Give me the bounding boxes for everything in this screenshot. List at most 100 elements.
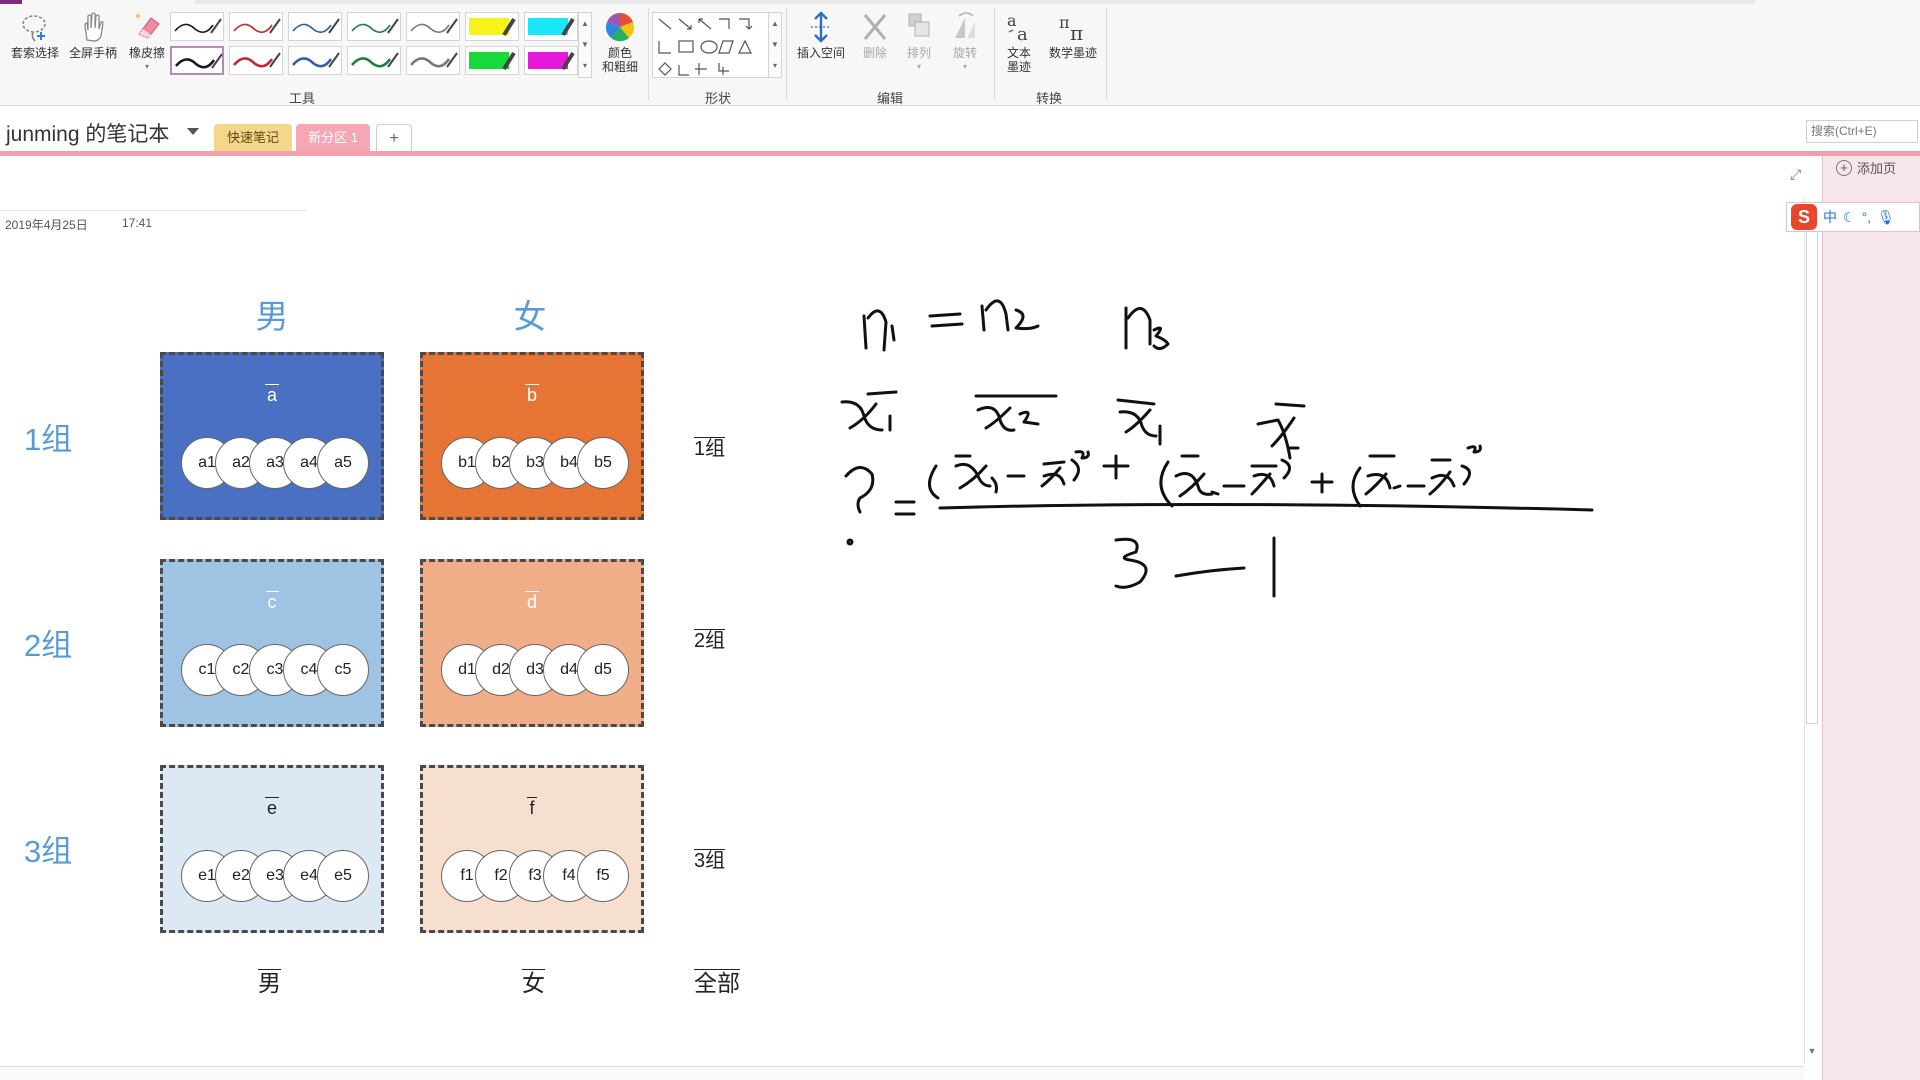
group-label-tools: 工具 bbox=[289, 91, 316, 106]
sogou-logo-icon: S bbox=[1791, 204, 1817, 230]
tab-quick-notes[interactable]: 快速笔记 bbox=[214, 124, 292, 151]
highlighter-icon bbox=[528, 51, 575, 71]
scroll-down-arrow-icon[interactable]: ▼ bbox=[1804, 1046, 1820, 1060]
group-box-d[interactable]: d d1 d2 d3 d4 d5 bbox=[420, 559, 644, 727]
group-3-mean-label: 3组 bbox=[694, 849, 726, 872]
box-mean-label: f bbox=[527, 797, 537, 818]
group-box-a[interactable]: a a1 a2 a3 a4 a5 bbox=[160, 352, 384, 520]
gallery-more-icon[interactable]: ▾ bbox=[579, 55, 591, 76]
delete-icon bbox=[863, 14, 887, 40]
lasso-select-button[interactable]: 套索选择 bbox=[6, 8, 64, 78]
group-separator bbox=[786, 8, 787, 100]
scroll-down-icon[interactable]: ▼ bbox=[769, 34, 781, 55]
group-box-f[interactable]: f f1 f2 f3 f4 f5 bbox=[420, 765, 644, 933]
sample-circles: a1 a2 a3 a4 a5 bbox=[181, 437, 381, 489]
pen-swatch[interactable] bbox=[288, 12, 342, 41]
group-box-b[interactable]: b b1 b2 b3 b4 b5 bbox=[420, 352, 644, 520]
group-label-edit: 编辑 bbox=[877, 91, 904, 106]
scroll-thumb[interactable] bbox=[1806, 204, 1818, 724]
ink-to-text-icon: a a bbox=[1007, 11, 1028, 44]
tab-new-section[interactable]: 新分区 1 bbox=[296, 124, 370, 151]
add-page-button[interactable]: + 添加页 bbox=[1836, 158, 1896, 177]
microphone-icon[interactable]: 🎙 bbox=[1877, 209, 1895, 226]
female-mean-label: 女 bbox=[522, 969, 545, 996]
column-header-male: 男 bbox=[255, 298, 289, 335]
expand-icon[interactable]: ⤢ bbox=[1790, 166, 1801, 183]
pen-swatch[interactable] bbox=[229, 46, 283, 75]
box-mean-label: b bbox=[524, 384, 539, 405]
svg-text:a: a bbox=[1007, 11, 1017, 30]
svg-text:π: π bbox=[1070, 21, 1083, 44]
svg-text:π: π bbox=[1059, 13, 1070, 32]
eraser-button[interactable]: 橡皮擦 ▾ bbox=[118, 8, 176, 78]
sample-circle: b5 bbox=[577, 437, 629, 489]
pen-swatch[interactable] bbox=[170, 46, 224, 75]
gallery-more-icon[interactable]: ▾ bbox=[769, 55, 781, 76]
notebook-dropdown-icon[interactable] bbox=[187, 128, 199, 135]
pen-swatch[interactable] bbox=[347, 12, 401, 41]
moon-icon[interactable]: ☾ bbox=[1843, 209, 1856, 226]
pen-swatch[interactable] bbox=[288, 46, 342, 75]
pen-swatch[interactable] bbox=[406, 12, 460, 41]
ink-to-text-button[interactable]: a a 文本 墨迹 bbox=[994, 8, 1044, 78]
notebook-title[interactable]: junming 的笔记本 bbox=[6, 118, 169, 148]
punctuation-icon[interactable]: °, bbox=[1862, 209, 1872, 225]
ribbon: 套索选择 全屏手柄 橡皮擦 ▾ ▲ ▼ ▾ 颜色 和粗细 工具 ▲ ▼ ▾ 形状… bbox=[0, 0, 1920, 106]
pen-icon bbox=[175, 53, 223, 69]
pen-swatch[interactable] bbox=[406, 46, 460, 75]
rotate-icon bbox=[955, 12, 975, 38]
pen-icon bbox=[410, 18, 458, 34]
scroll-down-icon[interactable]: ▼ bbox=[579, 34, 591, 55]
pen-gallery[interactable] bbox=[170, 12, 588, 78]
rotate-button[interactable]: 旋转 ▾ bbox=[936, 8, 994, 78]
panning-hand-button[interactable]: 全屏手柄 bbox=[64, 8, 122, 78]
color-thickness-button[interactable]: 颜色 和粗细 bbox=[594, 8, 646, 78]
group-box-c[interactable]: c c1 c2 c3 c4 c5 bbox=[160, 559, 384, 727]
page-title-underline bbox=[0, 210, 306, 211]
row-header-group-2: 2组 bbox=[24, 628, 73, 663]
overall-mean-label: 全部 bbox=[694, 969, 740, 996]
ime-toolbar[interactable]: S 中 ☾ °, 🎙 bbox=[1786, 202, 1920, 232]
page-date: 2019年4月25日 bbox=[5, 218, 88, 232]
handwritten-ink[interactable] bbox=[820, 280, 1640, 720]
pen-gallery-scroll[interactable]: ▲ ▼ ▾ bbox=[578, 12, 592, 78]
group-2-mean-label: 2组 bbox=[694, 629, 726, 652]
pen-swatch[interactable] bbox=[465, 12, 519, 41]
highlighter-icon bbox=[469, 17, 516, 37]
pen-swatch[interactable] bbox=[524, 12, 578, 41]
pen-swatch[interactable] bbox=[170, 12, 224, 41]
group-label-shapes: 形状 bbox=[705, 91, 732, 106]
sample-circles: f1 f2 f3 f4 f5 bbox=[441, 850, 641, 902]
group-separator bbox=[1106, 8, 1107, 100]
dropdown-arrow-icon: ▾ bbox=[144, 62, 149, 71]
shapes-gallery[interactable] bbox=[652, 12, 780, 78]
search-input[interactable]: 搜索(Ctrl+E) bbox=[1806, 120, 1918, 143]
group-box-e[interactable]: e e1 e2 e3 e4 e5 bbox=[160, 765, 384, 933]
insert-space-icon bbox=[811, 11, 831, 43]
horizontal-scrollbar[interactable] bbox=[0, 1066, 1804, 1080]
color-wheel-icon bbox=[605, 13, 635, 42]
box-mean-label: e bbox=[264, 797, 279, 818]
dropdown-arrow-icon: ▾ bbox=[962, 62, 967, 71]
plus-icon: + bbox=[1836, 159, 1852, 176]
pen-swatch[interactable] bbox=[229, 12, 283, 41]
pen-swatch[interactable] bbox=[524, 46, 578, 75]
app-accent bbox=[0, 0, 22, 4]
male-mean-label: 男 bbox=[258, 969, 281, 996]
shapes-gallery-scroll[interactable]: ▲ ▼ ▾ bbox=[768, 12, 782, 78]
pen-swatch[interactable] bbox=[347, 46, 401, 75]
section-color-rule bbox=[0, 151, 1920, 156]
sample-circle: c5 bbox=[317, 644, 369, 696]
ribbon-tabline bbox=[195, 0, 1755, 4]
sample-circle: a5 bbox=[317, 437, 369, 489]
ime-mode-label[interactable]: 中 bbox=[1823, 207, 1837, 227]
sample-circle: d5 bbox=[577, 644, 629, 696]
pen-swatch[interactable] bbox=[465, 46, 519, 75]
scroll-up-icon[interactable]: ▲ bbox=[769, 13, 781, 34]
pen-icon bbox=[233, 18, 281, 34]
ink-to-math-button[interactable]: π π 数学墨迹 bbox=[1044, 8, 1102, 78]
add-section-button[interactable]: + bbox=[376, 124, 412, 151]
scroll-up-icon[interactable]: ▲ bbox=[579, 13, 591, 34]
insert-space-button[interactable]: 插入空间 bbox=[792, 8, 850, 78]
sample-circles: d1 d2 d3 d4 d5 bbox=[441, 644, 641, 696]
